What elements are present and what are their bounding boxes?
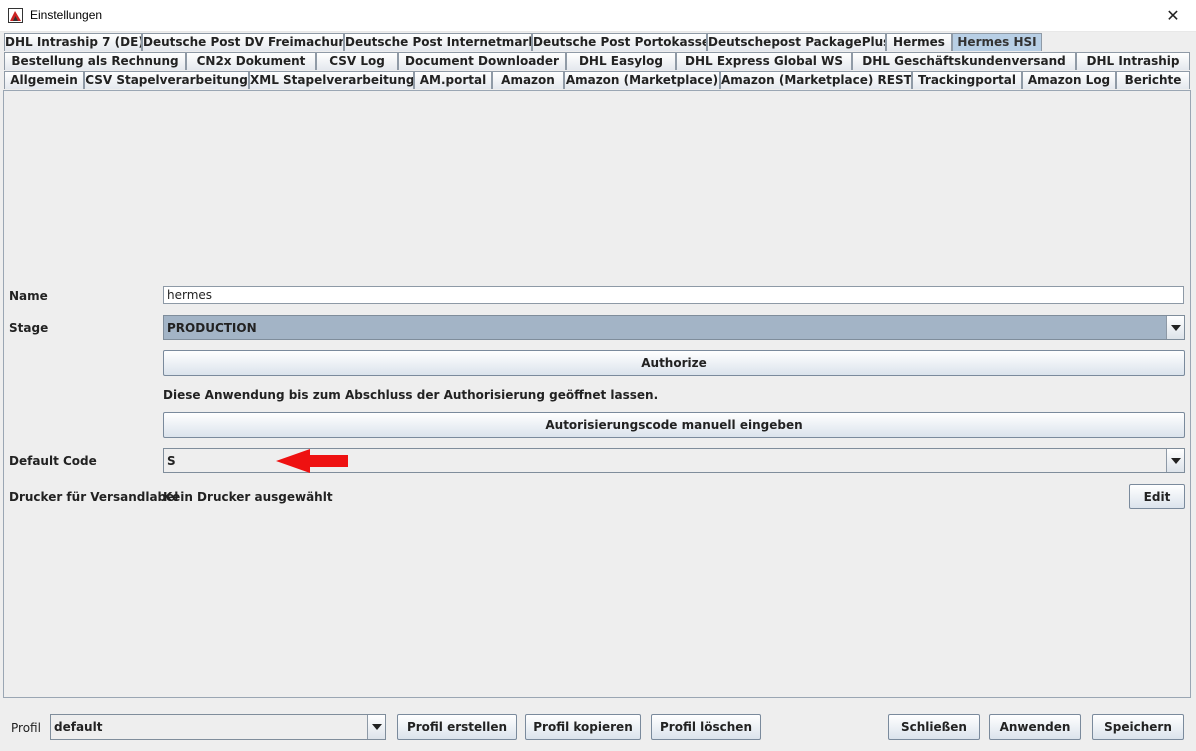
printer-label: Drucker für Versandlabel	[9, 490, 179, 504]
tab-csv-log[interactable]: CSV Log	[316, 52, 398, 70]
tab-deutschepost-packageplus[interactable]: Deutschepost PackagePlus	[707, 33, 886, 51]
title-bar: Einstellungen ✕	[0, 0, 1196, 32]
tab-deutsche-post-internetmarke[interactable]: Deutsche Post Internetmarke	[344, 33, 532, 51]
tab-amazon[interactable]: Amazon	[492, 71, 564, 89]
tab-amazon-marketplace[interactable]: Amazon (Marketplace)	[564, 71, 720, 89]
tab-dhl-geschaeftskundenversand[interactable]: DHL Geschäftskundenversand	[852, 52, 1076, 70]
tab-document-downloader[interactable]: Document Downloader	[398, 52, 566, 70]
tab-dhl-easylog[interactable]: DHL Easylog	[566, 52, 676, 70]
tab-xml-stapelverarbeitung[interactable]: XML Stapelverarbeitung	[249, 71, 414, 89]
stage-select[interactable]: PRODUCTION	[163, 315, 1185, 340]
bottom-bar: Profil default Profil erstellen Profil k…	[0, 700, 1196, 751]
authorization-info-text: Diese Anwendung bis zum Abschluss der Au…	[163, 388, 659, 402]
chevron-down-icon[interactable]	[1166, 316, 1184, 339]
printer-value: Kein Drucker ausgewählt	[163, 490, 333, 504]
profile-label: Profil	[11, 721, 41, 735]
profile-select[interactable]: default	[50, 714, 386, 740]
tab-hermes[interactable]: Hermes	[886, 33, 952, 51]
tab-hermes-hsi[interactable]: Hermes HSI	[952, 33, 1042, 51]
tab-berichte[interactable]: Berichte	[1116, 71, 1190, 89]
save-button[interactable]: Speichern	[1092, 714, 1184, 740]
tab-dhl-intraship[interactable]: DHL Intraship	[1076, 52, 1190, 70]
create-profile-button[interactable]: Profil erstellen	[397, 714, 517, 740]
name-field[interactable]	[163, 286, 1184, 304]
name-label: Name	[9, 289, 48, 303]
tab-amazon-log[interactable]: Amazon Log	[1022, 71, 1116, 89]
tab-cn2x-dokument[interactable]: CN2x Dokument	[186, 52, 316, 70]
tab-deutsche-post-dv-freimachung[interactable]: Deutsche Post DV Freimachung	[142, 33, 344, 51]
apply-button[interactable]: Anwenden	[989, 714, 1081, 740]
close-button[interactable]: Schließen	[888, 714, 980, 740]
copy-profile-button[interactable]: Profil kopieren	[525, 714, 641, 740]
tab-deutsche-post-portokasse[interactable]: Deutsche Post Portokasse	[532, 33, 707, 51]
delete-profile-button[interactable]: Profil löschen	[651, 714, 761, 740]
window-title: Einstellungen	[30, 8, 103, 22]
tab-bestellung-als-rechnung[interactable]: Bestellung als Rechnung	[4, 52, 186, 70]
default-code-selected-value: S	[167, 453, 176, 468]
stage-label: Stage	[9, 321, 49, 335]
default-code-label: Default Code	[9, 454, 97, 468]
tab-trackingportal[interactable]: Trackingportal	[912, 71, 1022, 89]
authorize-button[interactable]: Authorize	[163, 350, 1185, 376]
profile-selected-value: default	[54, 720, 103, 734]
tab-dhl-express-global-ws[interactable]: DHL Express Global WS	[676, 52, 852, 70]
tab-am-portal[interactable]: AM.portal	[414, 71, 492, 89]
tab-amazon-marketplace-rest[interactable]: Amazon (Marketplace) REST	[720, 71, 912, 89]
chevron-down-icon[interactable]	[367, 715, 385, 739]
tab-allgemein[interactable]: Allgemein	[4, 71, 84, 89]
tab-csv-stapelverarbeitung[interactable]: CSV Stapelverarbeitung	[84, 71, 249, 89]
app-icon	[8, 8, 23, 23]
stage-selected-value: PRODUCTION	[167, 320, 257, 335]
manual-auth-code-button[interactable]: Autorisierungscode manuell eingeben	[163, 412, 1185, 438]
close-window-icon[interactable]: ✕	[1150, 0, 1196, 31]
red-arrow-annotation-icon	[276, 449, 348, 473]
chevron-down-icon[interactable]	[1166, 449, 1184, 472]
edit-printer-button[interactable]: Edit	[1129, 484, 1185, 509]
tab-dhl-intraship-7[interactable]: DHL Intraship 7 (DE)	[4, 33, 142, 51]
